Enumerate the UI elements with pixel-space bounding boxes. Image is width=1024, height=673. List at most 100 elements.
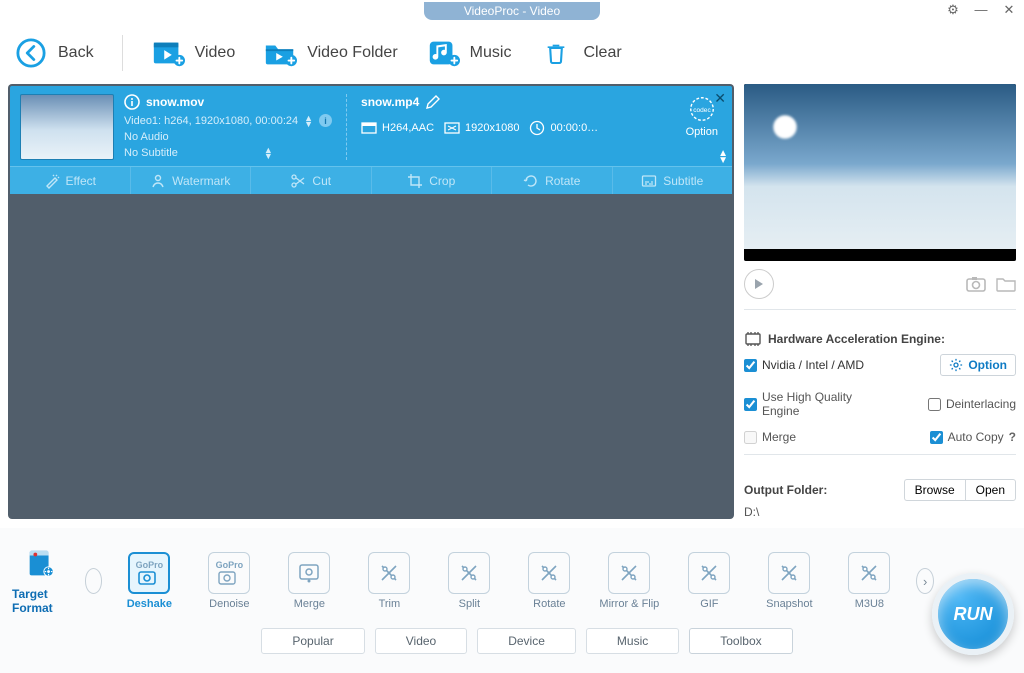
preset-label: Split <box>459 598 480 610</box>
browse-button[interactable]: Browse <box>904 479 965 501</box>
crop-button[interactable]: Crop <box>372 167 493 194</box>
source-subtitle-track: No Subtitle <box>124 147 178 159</box>
music-icon <box>426 36 460 70</box>
snapshot-icon[interactable] <box>966 276 986 292</box>
category-tab-popular[interactable]: Popular <box>261 628 364 654</box>
scissors-icon <box>290 173 306 189</box>
auto-copy-checkbox[interactable]: Auto Copy ? <box>880 430 1016 444</box>
rotate-button[interactable]: Rotate <box>492 167 613 194</box>
codec-icon <box>361 120 377 136</box>
scroll-right-button[interactable]: › <box>916 568 934 594</box>
codec-gear-icon: codec <box>687 94 717 124</box>
preset-label: Denoise <box>209 598 249 610</box>
music-label: Music <box>470 44 512 62</box>
add-video-button[interactable]: Video <box>151 36 236 70</box>
preset-label: Snapshot <box>766 598 812 610</box>
preview-area <box>744 84 1016 261</box>
subtitle-icon <box>641 173 657 189</box>
preset-trim[interactable]: Trim <box>356 552 422 610</box>
output-folder-label: Output Folder: <box>744 483 827 497</box>
preset-mirror-flip[interactable]: Mirror & Flip <box>596 552 662 610</box>
preset-tile-icon <box>688 552 730 594</box>
target-resolution: 1920x1080 <box>465 122 519 134</box>
clear-button[interactable]: Clear <box>539 36 621 70</box>
option-label: Option <box>686 126 718 138</box>
output-path: D:\ <box>744 505 1016 519</box>
cut-button[interactable]: Cut <box>251 167 372 194</box>
preset-merge[interactable]: Merge <box>276 552 342 610</box>
preset-snapshot[interactable]: Snapshot <box>756 552 822 610</box>
target-duration: 00:00:0… <box>550 122 598 134</box>
add-music-button[interactable]: Music <box>426 36 512 70</box>
subtitle-button[interactable]: Subtitle <box>613 167 733 194</box>
settings-icon[interactable]: ⚙ <box>944 2 962 18</box>
vendor-checkbox[interactable]: Nvidia / Intel / AMD <box>744 358 864 372</box>
source-filename: snow.mov <box>146 95 204 109</box>
target-codec: H264,AAC <box>382 122 434 134</box>
codec-option-button[interactable]: codec Option <box>686 94 718 138</box>
format-bar: Target Format ​ GoProDeshakeGoProDenoise… <box>0 528 1024 673</box>
preset-tile-icon <box>768 552 810 594</box>
item-tools-row: Effect Watermark Cut Crop Rotate Subtitl… <box>10 166 732 194</box>
rotate-icon <box>523 173 539 189</box>
file-list-pane: ✕ snow.mov Video1: h264, 1920x1080, 00:0… <box>8 84 734 519</box>
hw-option-button[interactable]: Option <box>940 354 1016 376</box>
deinterlacing-checkbox[interactable]: Deinterlacing <box>880 390 1016 418</box>
preset-tile-icon <box>528 552 570 594</box>
add-video-folder-button[interactable]: Video Folder <box>263 36 397 70</box>
info-icon <box>124 94 140 110</box>
title-bar: VideoProc - Video ⚙ — ✕ <box>0 0 1024 22</box>
resolution-icon <box>444 120 460 136</box>
source-audio-track: No Audio <box>124 131 169 143</box>
high-quality-checkbox[interactable]: Use High Quality Engine <box>744 390 880 418</box>
preset-tile-icon <box>288 552 330 594</box>
crop-icon <box>407 173 423 189</box>
video-icon <box>151 36 185 70</box>
minimize-icon[interactable]: — <box>972 2 990 18</box>
preset-m-u-[interactable]: M3U8 <box>836 552 902 610</box>
effect-button[interactable]: Effect <box>10 167 131 194</box>
preset-tile-icon <box>608 552 650 594</box>
clock-icon <box>529 120 545 136</box>
category-tab-toolbox[interactable]: Toolbox <box>689 628 792 654</box>
preset-tile-icon <box>368 552 410 594</box>
track-stepper-icon[interactable]: ▲▼ <box>304 115 313 127</box>
open-button[interactable]: Open <box>965 479 1016 501</box>
preset-tile-icon <box>848 552 890 594</box>
preset-rotate[interactable]: Rotate <box>516 552 582 610</box>
clear-label: Clear <box>583 44 621 62</box>
play-button[interactable] <box>744 269 774 299</box>
video-item[interactable]: ✕ snow.mov Video1: h264, 1920x1080, 00:0… <box>10 86 732 194</box>
separator <box>346 94 347 160</box>
watermark-button[interactable]: Watermark <box>131 167 252 194</box>
chip-icon <box>744 332 762 346</box>
preset-tile-icon: GoPro <box>208 552 250 594</box>
category-tab-device[interactable]: Device <box>477 628 576 654</box>
close-icon[interactable]: ✕ <box>1000 2 1018 18</box>
preset-label: Merge <box>294 598 325 610</box>
preset-label: Rotate <box>533 598 565 610</box>
help-icon[interactable]: ? <box>1009 430 1016 444</box>
track-info-badge-icon[interactable]: i <box>319 114 332 127</box>
subtitle-stepper-icon[interactable]: ▲▼ <box>264 147 273 159</box>
reorder-handle-icon[interactable]: ▲▼ <box>718 150 728 164</box>
preset-label: M3U8 <box>855 598 884 610</box>
person-icon <box>150 173 166 189</box>
preset-deshake[interactable]: GoProDeshake <box>116 552 182 610</box>
preset-split[interactable]: Split <box>436 552 502 610</box>
category-tab-video[interactable]: Video <box>375 628 467 654</box>
video-thumbnail <box>20 94 114 160</box>
svg-text:codec: codec <box>693 107 711 114</box>
preset-gif[interactable]: GIF <box>676 552 742 610</box>
back-button[interactable]: Back <box>14 36 94 70</box>
category-tab-music[interactable]: Music <box>586 628 679 654</box>
window-title: VideoProc - Video <box>424 2 600 20</box>
preset-label: Mirror & Flip <box>599 598 659 610</box>
edit-pencil-icon[interactable] <box>425 94 441 110</box>
open-folder-icon[interactable] <box>996 276 1016 292</box>
preset-denoise[interactable]: GoPro Denoise <box>196 552 262 610</box>
video-label: Video <box>195 44 236 62</box>
run-button[interactable]: RUN <box>932 573 1014 655</box>
play-icon <box>753 278 765 290</box>
target-format-button[interactable]: Target Format <box>12 547 71 615</box>
